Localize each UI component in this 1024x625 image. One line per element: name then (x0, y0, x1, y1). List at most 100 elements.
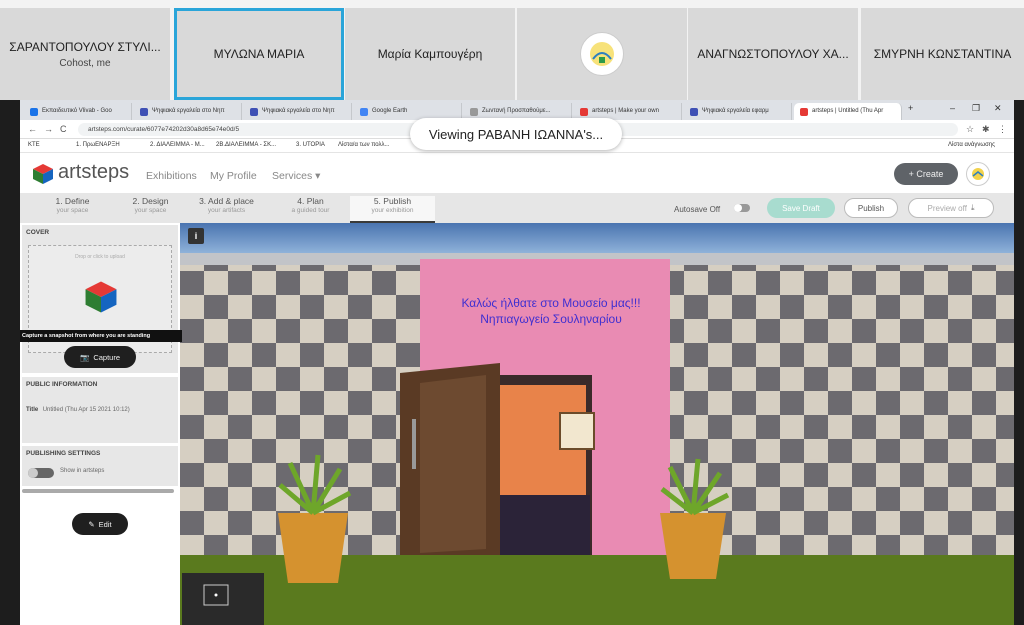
door-handle (412, 419, 416, 469)
tab-favicon-icon (470, 108, 478, 116)
maximize-button[interactable]: ❐ (972, 103, 980, 114)
extensions-icon[interactable]: ✱ (982, 124, 990, 135)
3d-viewport[interactable] (180, 223, 1014, 625)
exhibition-scene (180, 223, 1014, 625)
star-icon[interactable]: ☆ (966, 124, 974, 135)
tab-favicon-icon (250, 108, 258, 116)
inner-floor (498, 495, 590, 555)
camera-icon: 📷 (79, 352, 90, 362)
nav-services[interactable]: Services ▾ (272, 170, 320, 182)
tab-favicon-icon (140, 108, 148, 116)
title-value: Untitled (Thu Apr 15 2021 10:12) (42, 407, 130, 413)
wizard-step[interactable]: 1. Define your space (30, 196, 115, 214)
user-avatar[interactable] (966, 162, 990, 186)
bookmark-item[interactable]: 1. ΠρωΕΝΑΡΞΗ (76, 142, 120, 148)
plant-pot-right (660, 513, 726, 579)
browser-tab[interactable]: artsteps | Untitled (Thu Apr (794, 103, 902, 120)
bookmark-item[interactable]: 2Β.ΔΙΑΛΕΙΜΜΑ - ΣΚ... (216, 142, 276, 148)
wizard-step[interactable]: 3. Add & place your artifacts (184, 196, 269, 214)
bookmark-item[interactable]: ΚΤΕ (28, 142, 40, 148)
participant-tile[interactable]: Μαρία Καμπουγέρη (345, 8, 515, 100)
participant-tile[interactable]: ΣΜΥΡΝΗ ΚΩΝΣΤΑΝΤΙΝΑ (861, 8, 1024, 100)
tab-title: Ψηφιακά εργαλεία εφαρμ (702, 108, 769, 114)
wizard-step[interactable]: 2. Design your space (108, 196, 193, 214)
edit-button[interactable]: ✎ Edit (72, 513, 128, 535)
tab-title: artsteps | Make your own (592, 108, 659, 114)
browser-tab-bar: Εκπαιδευτικό Vlivab - Goo Ψηφιακά εργαλεί… (20, 100, 1014, 120)
participant-name: ΑΝΑΓΝΩΣΤΟΠΟΥΛΟΥ ΧΑ... (697, 47, 849, 61)
tab-favicon-icon (580, 108, 588, 116)
bookmark-item[interactable]: 3. UTOPIA (296, 142, 325, 148)
ceiling (180, 223, 1014, 253)
browser-tab[interactable]: Εκπαιδευτικό Vlivab - Goo (24, 103, 132, 120)
show-in-artsteps-toggle[interactable] (28, 468, 54, 478)
menu-icon[interactable]: ⋮ (998, 124, 1007, 135)
panel-scrollbar[interactable] (22, 489, 174, 493)
show-in-artsteps-label: Show in artsteps (60, 468, 105, 474)
browser-tab[interactable]: Ψηφιακά εργαλεία στο Νηπ (244, 103, 352, 120)
tab-title: Ζωντανή Προσπαθούμε... (482, 108, 551, 114)
plant-pot-left (278, 513, 348, 583)
step-subtitle: your space (134, 207, 167, 214)
title-label: Title (26, 407, 39, 413)
forward-icon[interactable]: → (44, 124, 53, 134)
save-draft-button[interactable]: Save Draft (767, 198, 835, 218)
close-window-button[interactable]: ✕ (994, 103, 1002, 114)
step-title: 1. Define (55, 196, 90, 206)
minimap-plan (203, 584, 229, 606)
wizard-steps: Autosave Off Save Draft Publish Preview … (20, 193, 1014, 223)
walk-icon: ⤓ (970, 203, 975, 212)
minimap[interactable] (182, 573, 264, 625)
bookmark-item[interactable]: 2. ΔΙΑΛΕΙΜΜΑ - Μ... (150, 142, 205, 148)
minimize-button[interactable]: – (950, 103, 955, 113)
wizard-step[interactable]: 5. Publish your exhibition (350, 196, 435, 223)
step-title: 2. Design (132, 196, 169, 206)
artsteps-logo-icon (33, 164, 53, 184)
public-info-header: PUBLIC INFORMATION (26, 381, 98, 388)
create-button[interactable]: + Create (894, 163, 958, 185)
autosave-toggle[interactable] (734, 204, 750, 212)
nav-my-profile[interactable]: My Profile (210, 170, 257, 182)
back-icon[interactable]: ← (28, 124, 37, 134)
tab-favicon-icon (690, 108, 698, 116)
left-panel: COVER Drop or click to upload Capture a … (20, 223, 182, 625)
participant-tile[interactable]: ΜΥΛΩΝΑ ΜΑΡΙΑ (174, 8, 344, 100)
tab-title: Google Earth (372, 108, 408, 114)
welcome-line-2: Νηπιαγωγείο Σουληναρίου (480, 312, 622, 326)
participant-tile[interactable]: ΑΝΑΓΝΩΣΤΟΠΟΥΛΟΥ ΧΑ... (688, 8, 858, 100)
step-subtitle: your artifacts (207, 207, 246, 214)
participant-role: Cohost, me (59, 57, 111, 69)
info-button[interactable]: i (188, 228, 204, 244)
step-title: 4. Plan (297, 196, 324, 206)
artsteps-header: artsteps Exhibitions My Profile Services… (20, 153, 1014, 193)
capture-label: Capture (93, 352, 121, 362)
participant-name: ΣΑΡΑΝΤΟΠΟΥΛΟΥ ΣΤΥΛΙ... (9, 39, 161, 54)
artsteps-logo[interactable]: artsteps (58, 161, 129, 184)
edit-label: Edit (98, 519, 112, 529)
tab-title: Ψηφιακά εργαλεία στο Νηπ (262, 108, 335, 114)
new-tab-button[interactable]: + (908, 103, 913, 113)
step-title: 5. Publish (373, 196, 412, 206)
publish-button[interactable]: Publish (844, 198, 898, 218)
public-info-section: PUBLIC INFORMATION Title Untitled (Thu A… (22, 377, 178, 443)
reading-list[interactable]: Λίστα ανάγνωσης (948, 142, 995, 148)
preview-button[interactable]: Preview off ⤓ (908, 198, 994, 218)
nav-exhibitions[interactable]: Exhibitions (146, 170, 197, 182)
reload-icon[interactable]: C (60, 124, 67, 134)
browser-tab[interactable]: Ψηφιακά εργαλεία στο Νηπ (134, 103, 242, 120)
avatar-logo-icon (972, 168, 984, 180)
capture-button[interactable]: 📷 Capture (64, 346, 136, 368)
step-subtitle: your space (56, 207, 89, 214)
school-logo-icon (580, 32, 624, 76)
publishing-header: PUBLISHING SETTINGS (26, 450, 101, 457)
tab-title: artsteps | Untitled (Thu Apr (812, 108, 884, 114)
browser-tab[interactable]: Ψηφιακά εργαλεία εφαρμ (684, 103, 792, 120)
meeting-participant-strip: ΣΑΡΑΝΤΟΠΟΥΛΟΥ ΣΤΥΛΙ... Cohost, me ΜΥΛΩΝΑ Μ… (0, 0, 1024, 100)
participant-tile[interactable] (517, 8, 687, 100)
bookmark-item[interactable]: Λίστα/α των πολλ... (338, 142, 390, 148)
pencil-icon: ✎ (88, 519, 95, 529)
tab-title: Ψηφιακά εργαλεία στο Νηπ (152, 108, 225, 114)
drop-hint: Drop or click to upload (75, 254, 125, 260)
wizard-step[interactable]: 4. Plan a guided tour (268, 196, 353, 214)
participant-tile[interactable]: ΣΑΡΑΝΤΟΠΟΥΛΟΥ ΣΤΥΛΙ... Cohost, me (0, 8, 170, 100)
